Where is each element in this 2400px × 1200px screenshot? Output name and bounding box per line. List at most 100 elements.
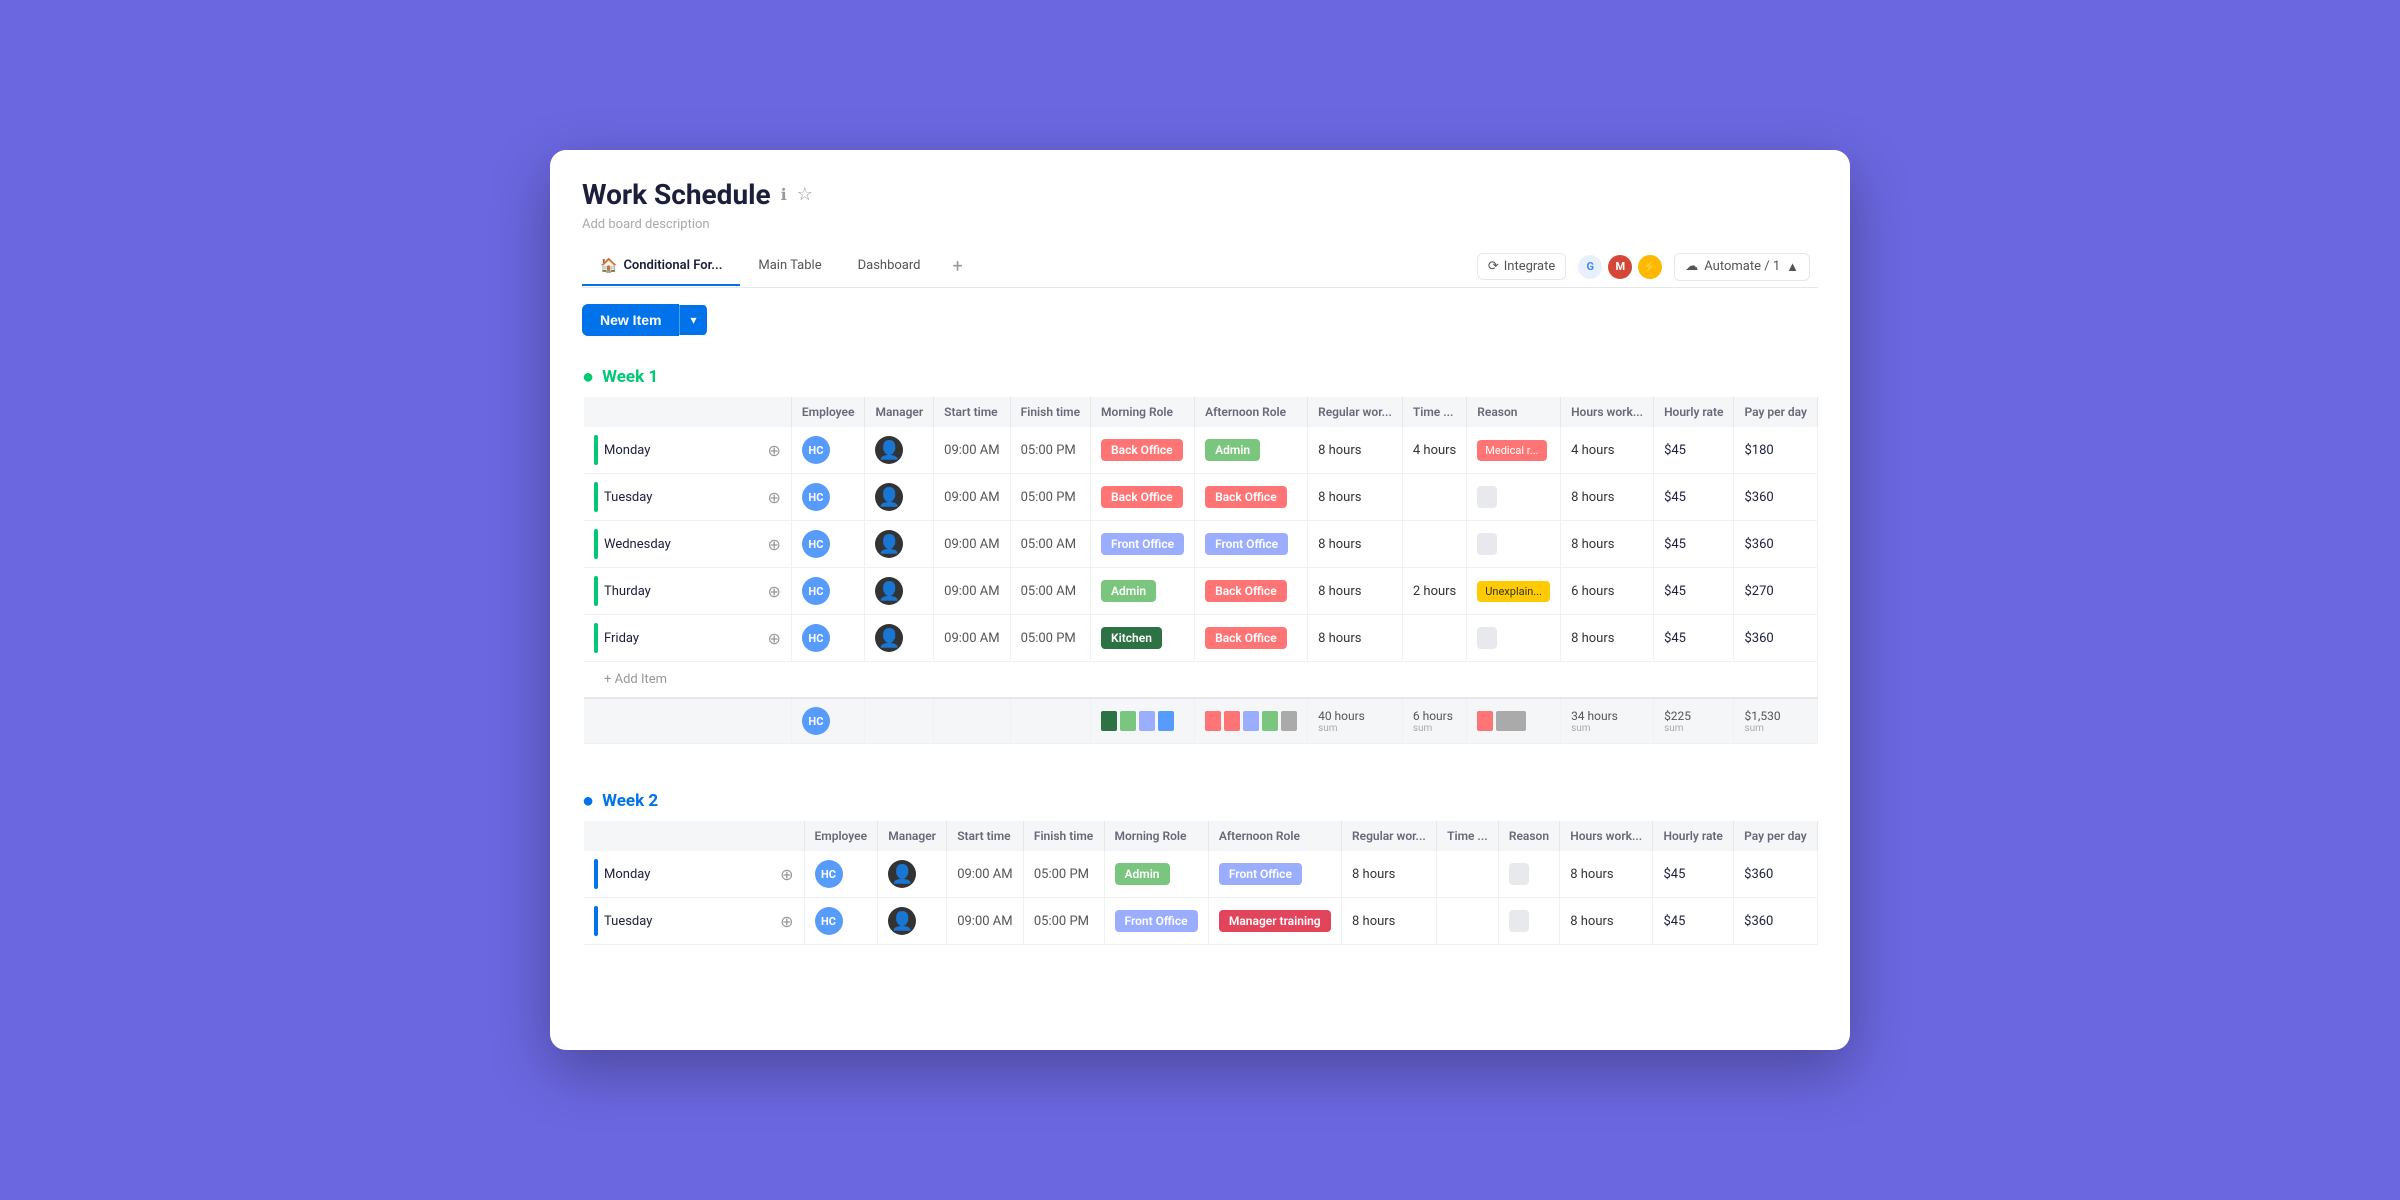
afternoon-role-badge[interactable]: Back Office (1205, 580, 1287, 602)
board-description[interactable]: Add board description (582, 217, 1818, 232)
afternoon-role-cell[interactable]: Back Office (1195, 474, 1308, 521)
add-item-row[interactable]: + Add Item (584, 662, 1818, 699)
afternoon-role-badge[interactable]: Admin (1205, 439, 1260, 461)
morning-role-cell[interactable]: Kitchen (1091, 615, 1195, 662)
week1-collapse-icon: ● (582, 364, 594, 389)
afternoon-role-badge[interactable]: Front Office (1205, 533, 1288, 555)
morning-role-cell[interactable]: Front Office (1104, 898, 1208, 945)
morning-role-cell[interactable]: Admin (1104, 851, 1208, 898)
afternoon-role-cell[interactable]: Back Office (1195, 615, 1308, 662)
employee-avatar[interactable]: HC (815, 860, 843, 888)
start-time-cell[interactable]: 09:00 AM (934, 568, 1010, 615)
finish-time-cell[interactable]: 05:00 PM (1010, 427, 1090, 474)
time-off-cell (1437, 898, 1499, 945)
manager-avatar[interactable]: 👤 (888, 860, 916, 888)
add-row-icon[interactable]: ⊕ (780, 912, 793, 931)
tabs-right: ⟳ Integrate G M ⚡ ☁ Automate / 1 ▲ (1477, 253, 1818, 281)
afternoon-role-badge[interactable]: Back Office (1205, 627, 1287, 649)
info-icon[interactable]: ℹ (781, 185, 787, 204)
start-time-cell[interactable]: 09:00 AM (934, 474, 1010, 521)
morning-role-badge[interactable]: Kitchen (1101, 627, 1162, 649)
finish-time-cell[interactable]: 05:00 PM (1023, 851, 1104, 898)
integrate-button[interactable]: ⟳ Integrate (1477, 253, 1566, 280)
morning-role-badge[interactable]: Admin (1101, 580, 1156, 602)
week2-collapse-icon: ● (582, 788, 594, 813)
add-row-icon[interactable]: ⊕ (768, 629, 781, 648)
add-item-label[interactable]: + Add Item (584, 662, 1818, 699)
morning-role-cell[interactable]: Front Office (1091, 521, 1195, 568)
employee-avatar[interactable]: HC (802, 483, 830, 511)
google-icon[interactable]: G (1578, 255, 1602, 279)
reason-empty (1477, 533, 1497, 555)
afternoon-role-badge[interactable]: Back Office (1205, 486, 1287, 508)
manager-avatar[interactable]: 👤 (875, 530, 903, 558)
hours-worked-cell: 8 hours (1560, 851, 1653, 898)
week1-header[interactable]: ● Week 1 (582, 352, 1818, 397)
start-time-cell[interactable]: 09:00 AM (947, 851, 1024, 898)
automate-button[interactable]: ☁ Automate / 1 ▲ (1674, 253, 1810, 281)
add-row-icon[interactable]: ⊕ (768, 535, 781, 554)
morning-role-cell[interactable]: Admin (1091, 568, 1195, 615)
employee-avatar[interactable]: HC (802, 436, 830, 464)
hourly-rate-cell: $45 (1654, 474, 1734, 521)
day-cell: Thurday ⊕ (584, 568, 791, 615)
week2-header[interactable]: ● Week 2 (582, 776, 1818, 821)
new-item-main-button[interactable]: New Item (582, 304, 679, 336)
morning-role-badge[interactable]: Front Office (1115, 910, 1198, 932)
gmail-icon[interactable]: M (1608, 255, 1632, 279)
morning-role-badge[interactable]: Admin (1115, 863, 1170, 885)
afternoon-role-cell[interactable]: Back Office (1195, 568, 1308, 615)
add-row-icon[interactable]: ⊕ (768, 441, 781, 460)
day-label: Friday (604, 631, 639, 646)
manager-avatar[interactable]: 👤 (888, 907, 916, 935)
zapier-icon[interactable]: ⚡ (1638, 255, 1662, 279)
manager-avatar[interactable]: 👤 (875, 577, 903, 605)
morning-role-cell[interactable]: Back Office (1091, 474, 1195, 521)
afternoon-role-cell[interactable]: Admin (1195, 427, 1308, 474)
integrate-label: Integrate (1504, 259, 1556, 274)
new-item-dropdown-button[interactable]: ▾ (679, 305, 706, 335)
add-row-icon[interactable]: ⊕ (780, 865, 793, 884)
start-time-cell[interactable]: 09:00 AM (934, 427, 1010, 474)
start-time-cell[interactable]: 09:00 AM (947, 898, 1024, 945)
morning-role-badge[interactable]: Back Office (1101, 486, 1183, 508)
summary-timeoff-label: sum (1413, 723, 1456, 734)
star-icon[interactable]: ☆ (797, 184, 813, 205)
week2-table: Employee Manager Start time Finish time … (582, 821, 1818, 945)
morning-role-badge[interactable]: Front Office (1101, 533, 1184, 555)
employee-avatar[interactable]: HC (815, 907, 843, 935)
tab-dashboard[interactable]: Dashboard (840, 248, 939, 285)
table-row: Wednesday ⊕ HC👤09:00 AM05:00 AMFront Off… (584, 521, 1818, 568)
manager-avatar[interactable]: 👤 (875, 436, 903, 464)
employee-avatar[interactable]: HC (802, 624, 830, 652)
add-row-icon[interactable]: ⊕ (768, 488, 781, 507)
finish-time-cell[interactable]: 05:00 PM (1010, 474, 1090, 521)
morning-role-badge[interactable]: Back Office (1101, 439, 1183, 461)
tab-conditional-label: Conditional For... (623, 258, 722, 273)
header-top: Work Schedule ℹ ☆ (582, 178, 1818, 211)
afternoon-role-cell[interactable]: Front Office (1195, 521, 1308, 568)
finish-time-cell[interactable]: 05:00 AM (1010, 521, 1090, 568)
row-bar (594, 576, 598, 606)
afternoon-role-cell[interactable]: Manager training (1208, 898, 1341, 945)
employee-avatar[interactable]: HC (802, 577, 830, 605)
employee-avatar[interactable]: HC (802, 530, 830, 558)
afternoon-role-cell[interactable]: Front Office (1208, 851, 1341, 898)
tab-main-table[interactable]: Main Table (740, 248, 839, 285)
finish-time-cell[interactable]: 05:00 AM (1010, 568, 1090, 615)
start-time-cell[interactable]: 09:00 AM (934, 615, 1010, 662)
reason-empty (1509, 910, 1529, 932)
regular-hours-cell: 8 hours (1308, 474, 1403, 521)
tab-add-button[interactable]: + (938, 246, 976, 287)
hourly-rate-cell: $45 (1653, 851, 1734, 898)
finish-time-cell[interactable]: 05:00 PM (1023, 898, 1104, 945)
start-time-cell[interactable]: 09:00 AM (934, 521, 1010, 568)
add-row-icon[interactable]: ⊕ (768, 582, 781, 601)
manager-avatar[interactable]: 👤 (875, 624, 903, 652)
tab-conditional[interactable]: 🏠 Conditional For... (582, 248, 740, 286)
morning-role-cell[interactable]: Back Office (1091, 427, 1195, 474)
afternoon-role-badge[interactable]: Manager training (1219, 910, 1331, 932)
manager-avatar[interactable]: 👤 (875, 483, 903, 511)
afternoon-role-badge[interactable]: Front Office (1219, 863, 1302, 885)
finish-time-cell[interactable]: 05:00 PM (1010, 615, 1090, 662)
